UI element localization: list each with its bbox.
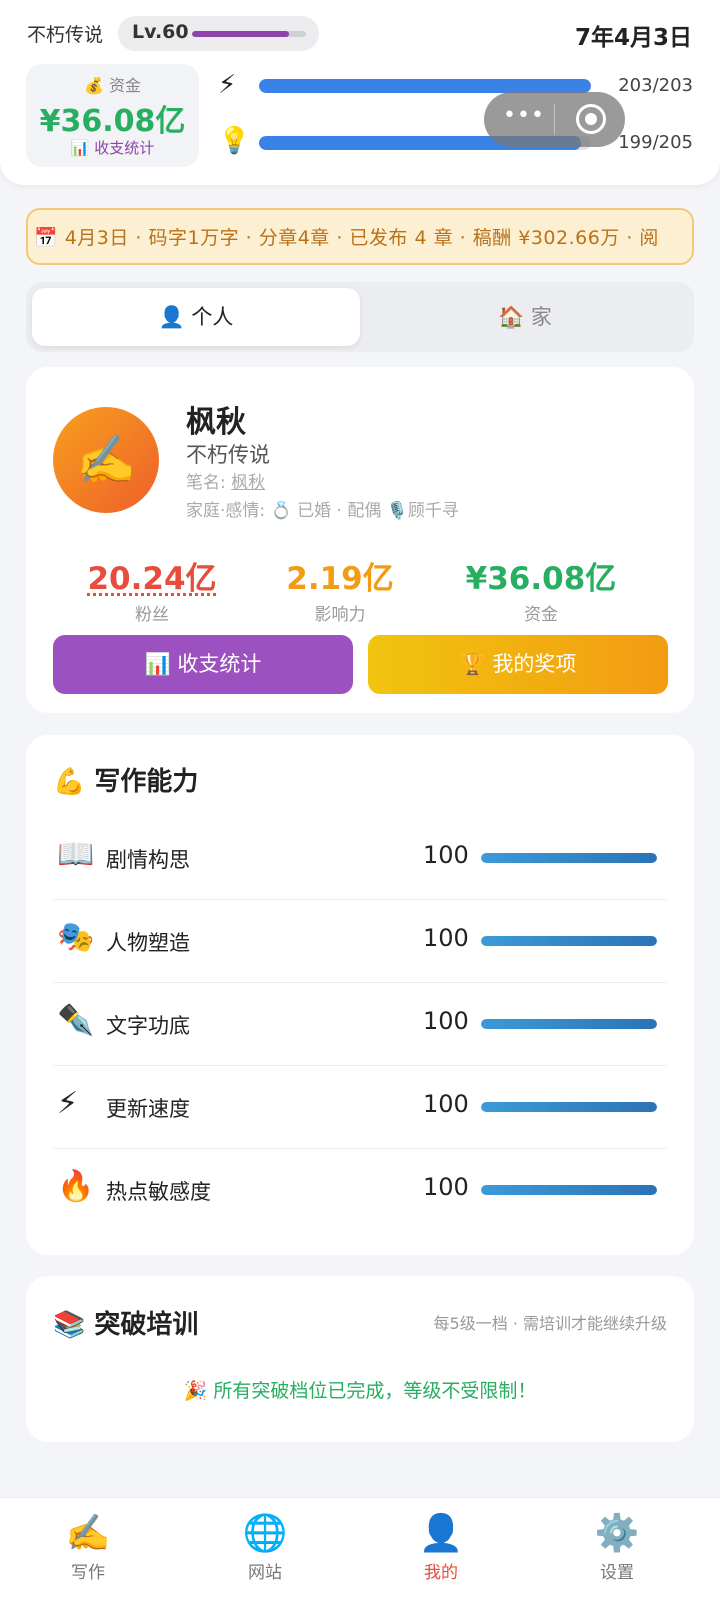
skill-bar — [481, 1102, 657, 1112]
fans-label: 粉丝 — [135, 605, 169, 625]
nav-website-label: 网站 — [248, 1563, 282, 1583]
influence-label: 影响力 — [314, 605, 366, 625]
writing-skills-card: 💪 写作能力 📖 剧情构思 100 🎭 人物塑造 100 ✒️ 文字功底 100 ⚡ 更新速度 100… — [26, 735, 694, 1255]
skill-value: 100 — [423, 1007, 469, 1035]
book-icon: 📖 — [57, 837, 95, 872]
inspiration-text: 199/205 — [618, 132, 693, 153]
nav-website[interactable]: 🌐 网站 — [205, 1512, 325, 1583]
training-card: 📚 突破培训 每5级一档 · 需培训才能继续升级 🎉 所有突破档位已完成，等级不… — [26, 1276, 694, 1442]
metric-funds: ¥36.08亿 资金 — [441, 553, 641, 625]
pen-name-label: 笔名: — [186, 473, 226, 493]
skill-row-prose: ✒️ 文字功底 100 — [53, 983, 667, 1066]
pen-icon: ✒️ — [57, 1003, 95, 1038]
energy-text: 203/203 — [618, 75, 693, 96]
game-date: 7年4月3日 — [574, 25, 692, 51]
skill-name: 热点敏感度 — [106, 1180, 211, 1204]
skill-value: 100 — [423, 1173, 469, 1201]
fund-value: ¥36.08亿 — [39, 104, 186, 139]
energy-bar — [259, 79, 591, 93]
skill-value: 100 — [423, 1090, 469, 1118]
author-subtitle: 不朽传说 — [186, 443, 270, 467]
funds-label: 资金 — [524, 605, 558, 625]
skill-row-plot: 📖 剧情构思 100 — [53, 817, 667, 900]
skill-bar — [481, 1019, 657, 1029]
skill-bar-fill — [481, 936, 657, 946]
capsule-divider — [554, 104, 555, 135]
awards-button[interactable]: 🏆 我的奖项 — [368, 635, 668, 694]
writing-skills-title: 💪 写作能力 — [53, 767, 199, 797]
tab-home[interactable]: 🏠 家 — [361, 288, 689, 346]
level-progress-fill — [192, 31, 289, 37]
skill-name: 剧情构思 — [106, 848, 190, 872]
fund-label: 💰 资金 — [83, 76, 141, 95]
gear-icon: ⚙️ — [594, 1513, 640, 1554]
skill-row-character: 🎭 人物塑造 100 — [53, 900, 667, 983]
metric-influence: 2.19亿 影响力 — [240, 553, 440, 625]
nav-mine[interactable]: 👤 我的 — [381, 1512, 501, 1583]
training-complete-message: 🎉 所有突破档位已完成，等级不受限制！ — [183, 1380, 537, 1402]
pen-name-row: 笔名: 枫秋 — [186, 468, 265, 493]
family-row: 家庭·感情: 💍 已婚 · 配偶 🎙️顾千寻 — [186, 496, 459, 521]
status-header: 不朽传说 Lv.60 7年4月3日 💰 资金 ¥36.08亿 📊 收支统计 ⚡ … — [0, 0, 720, 185]
nav-write-label: 写作 — [71, 1563, 105, 1583]
bottom-nav: ✍️ 写作 🌐 网站 👤 我的 ⚙️ 设置 — [0, 1497, 720, 1601]
fans-value: 20.24亿 — [87, 561, 217, 597]
idea-icon: 💡 — [218, 126, 251, 156]
skill-bar-fill — [481, 1102, 657, 1112]
level-text: Lv.60 — [132, 21, 189, 43]
metric-fans: 20.24亿 粉丝 — [52, 553, 252, 625]
fund-box[interactable]: 💰 资金 ¥36.08亿 📊 收支统计 — [26, 64, 199, 167]
more-menu-icon[interactable]: ••• — [503, 103, 545, 128]
skill-bar-fill — [481, 853, 657, 863]
skill-bar — [481, 1185, 657, 1195]
avatar: ✍️ — [53, 407, 159, 513]
skill-bar — [481, 936, 657, 946]
daily-summary-text: 📅 4月3日 · 码字1万字 · 分章4章 · 已发布 4 章 · 稿酬 ¥30… — [34, 227, 659, 249]
family-value: 💍 已婚 · 配偶 🎙️顾千寻 — [270, 501, 459, 521]
globe-icon: 🌐 — [242, 1513, 288, 1554]
game-title: 不朽传说 — [27, 24, 104, 46]
miniprogram-capsule: ••• — [484, 92, 625, 147]
user-icon: 👤 — [418, 1513, 464, 1554]
write-icon: ✍️ — [65, 1513, 111, 1554]
energy-bar-fill — [259, 79, 591, 93]
fund-stats-link[interactable]: 📊 收支统计 — [26, 137, 199, 158]
energy-icon: ⚡ — [218, 70, 237, 100]
skill-value: 100 — [423, 841, 469, 869]
masks-icon: 🎭 — [57, 920, 95, 955]
profile-card: ✍️ 枫秋 不朽传说 笔名: 枫秋 家庭·感情: 💍 已婚 · 配偶 🎙️顾千寻… — [26, 367, 694, 713]
influence-value: 2.19亿 — [286, 561, 394, 597]
daily-summary-banner: 📅 4月3日 · 码字1万字 · 分章4章 · 已发布 4 章 · 稿酬 ¥30… — [26, 208, 694, 265]
skill-row-update-speed: ⚡ 更新速度 100 — [53, 1066, 667, 1149]
skill-row-trend-sense: 🔥 热点敏感度 100 — [53, 1149, 667, 1232]
stats-button[interactable]: 📊 收支统计 — [53, 635, 353, 694]
training-title: 📚 突破培训 — [53, 1310, 199, 1340]
skill-name: 文字功底 — [106, 1014, 190, 1038]
fire-icon: 🔥 — [57, 1169, 95, 1204]
author-name: 枫秋 — [186, 405, 246, 440]
skill-bar-fill — [481, 1019, 657, 1029]
nav-write[interactable]: ✍️ 写作 — [28, 1512, 148, 1583]
level-badge: Lv.60 — [118, 16, 319, 51]
skill-bar — [481, 853, 657, 863]
nav-settings[interactable]: ⚙️ 设置 — [557, 1512, 677, 1583]
nav-mine-label: 我的 — [424, 1563, 458, 1583]
profile-tabs: 👤 个人 🏠 家 — [26, 282, 694, 352]
skill-value: 100 — [423, 924, 469, 952]
pen-name-value[interactable]: 枫秋 — [231, 473, 265, 493]
skill-bar-fill — [481, 1185, 657, 1195]
funds-value: ¥36.08亿 — [465, 561, 617, 597]
training-note: 每5级一档 · 需培训才能继续升级 — [433, 1314, 667, 1333]
tab-personal[interactable]: 👤 个人 — [32, 288, 360, 346]
family-label: 家庭·感情: — [186, 501, 266, 521]
lightning-icon: ⚡ — [57, 1086, 79, 1121]
nav-settings-label: 设置 — [600, 1563, 634, 1583]
close-target-icon[interactable] — [576, 104, 606, 134]
skill-name: 人物塑造 — [106, 931, 190, 955]
skill-name: 更新速度 — [106, 1097, 190, 1121]
level-progress-bar — [192, 31, 306, 37]
